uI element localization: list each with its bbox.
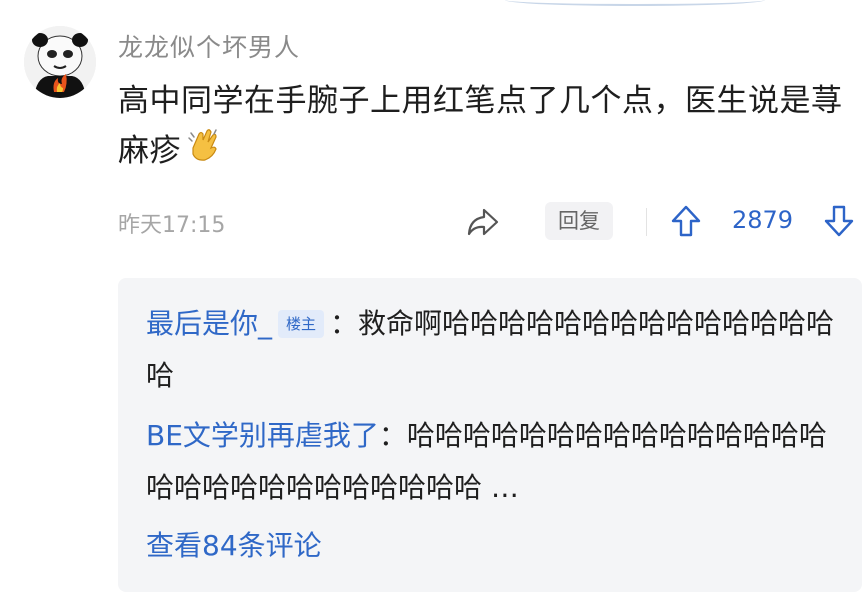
panda-avatar-icon: [24, 26, 96, 98]
reply-separator: ：: [330, 307, 359, 340]
avatar[interactable]: [24, 26, 96, 98]
comment-time: 昨天17:15: [118, 213, 226, 238]
downvote-icon[interactable]: [823, 204, 855, 242]
reply-item[interactable]: 最后是你_ 楼主 ：救命啊哈哈哈哈哈哈哈哈哈哈哈哈哈哈哈: [146, 298, 836, 402]
reply-item[interactable]: BE文学别再虐我了：哈哈哈哈哈哈哈哈哈哈哈哈哈哈哈哈哈哈哈哈哈哈哈哈哈哈哈 …: [146, 410, 836, 514]
reply-author[interactable]: 最后是你_: [146, 307, 272, 340]
comment-username[interactable]: 龙龙似个坏男人: [118, 28, 300, 64]
reply-button[interactable]: 回复: [545, 202, 613, 240]
vote-count: 2879: [732, 206, 794, 234]
comment-text: 高中同学在手腕子上用红笔点了几个点，医生说是荨麻疹: [118, 83, 843, 169]
reply-author[interactable]: BE文学别再虐我了: [146, 419, 379, 452]
comment-meta-row: 昨天17:15 回复 2879: [0, 198, 867, 248]
view-more-replies-link[interactable]: 查看84条评论: [146, 524, 322, 564]
previous-item-edge: [505, 0, 765, 6]
share-icon[interactable]: [466, 206, 500, 242]
comment-content: 高中同学在手腕子上用红笔点了几个点，医生说是荨麻疹: [118, 76, 858, 179]
upvote-icon[interactable]: [670, 204, 702, 242]
op-badge: 楼主: [278, 310, 325, 338]
reply-separator: ：: [378, 419, 407, 452]
clapping-hands-icon: [185, 126, 223, 179]
replies-panel: 最后是你_ 楼主 ：救命啊哈哈哈哈哈哈哈哈哈哈哈哈哈哈哈 BE文学别再虐我了：哈哈哈…: [118, 278, 862, 592]
divider: [646, 208, 647, 236]
